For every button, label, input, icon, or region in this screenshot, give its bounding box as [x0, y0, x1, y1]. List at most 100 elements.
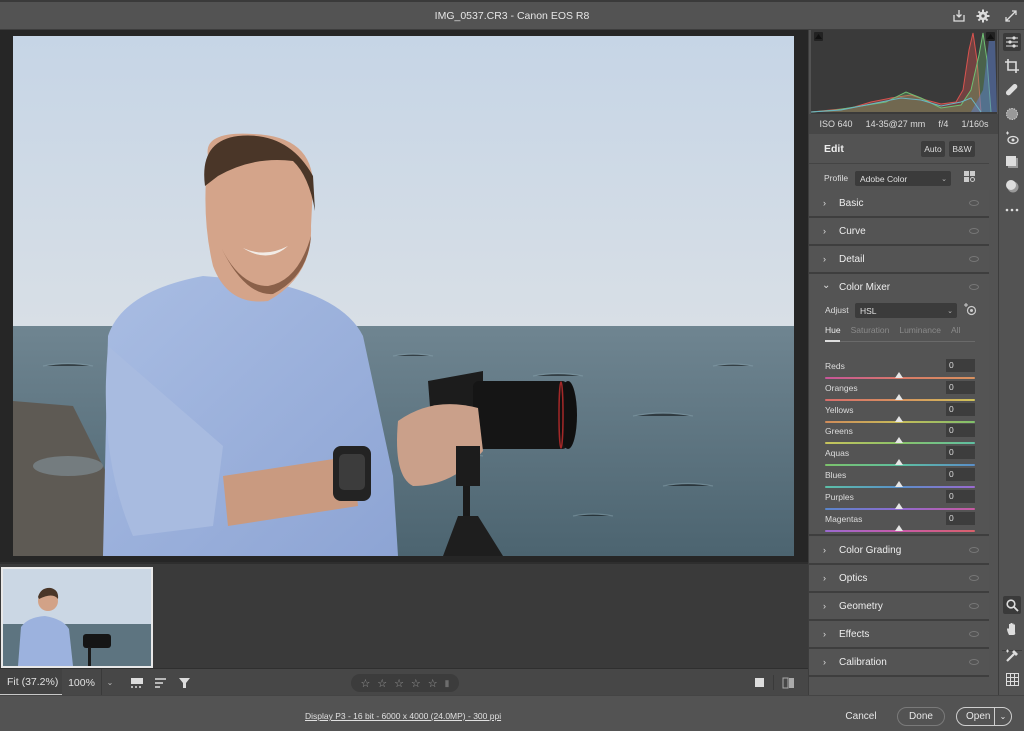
targeted-adjustment-icon[interactable]	[963, 302, 977, 319]
slider-blues[interactable]: Blues 0	[825, 468, 975, 492]
shadow-clipping-icon[interactable]	[814, 32, 823, 41]
mixer-tabs: Hue Saturation Luminance All	[825, 325, 960, 335]
slider-value-input[interactable]: 0	[946, 424, 975, 438]
color-mixer-header[interactable]: ⌄ Color Mixer	[809, 274, 989, 300]
fit-zoom-button[interactable]: Fit (37.2%)	[0, 669, 62, 696]
color-sampler-icon[interactable]	[1003, 647, 1021, 665]
tab-hue[interactable]: Hue	[825, 325, 841, 335]
delete-trash-icon[interactable]: ▮	[445, 678, 450, 689]
more-icon[interactable]	[1003, 201, 1021, 219]
fullscreen-icon[interactable]	[1003, 8, 1019, 24]
slider-thumb[interactable]	[895, 393, 903, 400]
slider-magentas[interactable]: Magentas 0	[825, 511, 975, 536]
slider-thumb[interactable]	[895, 415, 903, 422]
slider-value-input[interactable]: 0	[946, 511, 975, 525]
visibility-eye-icon[interactable]	[969, 228, 979, 234]
star-rating[interactable]: ☆ ☆ ☆ ☆ ☆ ▮	[351, 674, 459, 692]
tab-saturation[interactable]: Saturation	[851, 325, 890, 335]
snapshots-icon[interactable]	[1003, 177, 1021, 195]
visibility-eye-icon[interactable]	[969, 603, 979, 609]
slider-aquas[interactable]: Aquas 0	[825, 446, 975, 470]
grid-icon[interactable]	[1003, 670, 1021, 688]
rating-star[interactable]: ☆	[360, 677, 370, 690]
slider-reds[interactable]: Reds 0	[825, 359, 975, 383]
slider-value-input[interactable]: 0	[946, 468, 975, 481]
slider-purples[interactable]: Purples 0	[825, 489, 975, 514]
visibility-eye-icon[interactable]	[969, 631, 979, 637]
exif-lens: 14-35@27 mm	[865, 119, 926, 129]
cancel-button[interactable]: Cancel	[838, 707, 884, 726]
photo-preview[interactable]	[13, 36, 794, 556]
hand-icon[interactable]	[1003, 620, 1021, 638]
before-after-toggle-icon[interactable]	[752, 669, 768, 696]
tool-strip	[998, 30, 1024, 695]
masking-icon[interactable]	[1003, 105, 1021, 123]
settings-gear-icon[interactable]	[975, 8, 991, 24]
edit-sliders-icon[interactable]	[1003, 33, 1021, 51]
visibility-eye-icon[interactable]	[969, 200, 979, 206]
slider-value-input[interactable]: 0	[946, 489, 975, 503]
slider-oranges[interactable]: Oranges 0	[825, 380, 975, 405]
rating-star[interactable]: ☆	[428, 677, 438, 690]
profile-value: Adobe Color	[860, 173, 908, 184]
slider-greens[interactable]: Greens 0	[825, 424, 975, 448]
save-icon[interactable]	[951, 8, 967, 24]
image-canvas[interactable]	[0, 30, 808, 562]
visibility-eye-icon[interactable]	[969, 284, 979, 290]
section-optics[interactable]: › Optics	[809, 565, 989, 593]
section-calibration[interactable]: › Calibration	[809, 649, 989, 677]
section-color-grading[interactable]: › Color Grading	[809, 537, 989, 565]
slider-thumb[interactable]	[895, 437, 903, 444]
profile-select[interactable]: Adobe Color ⌄	[855, 171, 951, 186]
section-effects[interactable]: › Effects	[809, 621, 989, 649]
zoom-magnifier-icon[interactable]	[1003, 596, 1021, 614]
section-label: Effects	[839, 629, 870, 640]
adjust-select[interactable]: HSL ⌄	[855, 303, 957, 318]
filmstrip-view-icon[interactable]	[128, 669, 146, 696]
slider-thumb[interactable]	[895, 459, 903, 466]
red-eye-icon[interactable]	[1003, 129, 1021, 147]
sort-icon[interactable]	[152, 669, 170, 696]
slider-thumb[interactable]	[895, 502, 903, 509]
visibility-eye-icon[interactable]	[969, 547, 979, 553]
open-options-chevron-icon[interactable]: ⌄	[994, 708, 1011, 725]
visibility-eye-icon[interactable]	[969, 256, 979, 262]
filter-icon[interactable]	[175, 669, 193, 696]
done-button[interactable]: Done	[897, 707, 945, 726]
slider-thumb[interactable]	[895, 481, 903, 487]
slider-thumb[interactable]	[895, 372, 903, 378]
visibility-eye-icon[interactable]	[969, 659, 979, 665]
slider-yellows[interactable]: Yellows 0	[825, 402, 975, 427]
slider-value-input[interactable]: 0	[946, 402, 975, 416]
section-geometry[interactable]: › Geometry	[809, 593, 989, 621]
slider-thumb[interactable]	[895, 524, 903, 531]
crop-icon[interactable]	[1003, 57, 1021, 75]
visibility-eye-icon[interactable]	[969, 575, 979, 581]
slider-value-input[interactable]: 0	[946, 446, 975, 460]
slider-value-input[interactable]: 0	[946, 359, 975, 372]
zoom-100-button[interactable]: 100%	[62, 669, 102, 696]
slider-label: Oranges	[825, 382, 858, 393]
highlight-clipping-icon[interactable]	[986, 32, 995, 41]
rating-star[interactable]: ☆	[411, 677, 421, 690]
healing-bandage-icon[interactable]	[1003, 81, 1021, 99]
tab-luminance[interactable]: Luminance	[899, 325, 941, 335]
rating-star[interactable]: ☆	[377, 677, 387, 690]
section-detail[interactable]: › Detail	[809, 246, 989, 274]
tab-all[interactable]: All	[951, 325, 960, 335]
profile-browser-grid-icon[interactable]	[964, 171, 976, 186]
filmstrip-thumbnail[interactable]	[1, 567, 153, 668]
compare-view-icon[interactable]	[779, 669, 797, 696]
presets-icon[interactable]	[1003, 153, 1021, 171]
slider-value-input[interactable]: 0	[946, 380, 975, 394]
open-button[interactable]: Open ⌄	[956, 707, 1012, 726]
workflow-options-link[interactable]: Display P3 - 16 bit - 6000 x 4000 (24.0M…	[305, 711, 501, 721]
rating-star[interactable]: ☆	[394, 677, 404, 690]
zoom-dropdown-chevron-icon[interactable]: ⌄	[102, 669, 118, 696]
edit-header: Edit Auto B&W	[809, 134, 989, 164]
section-curve[interactable]: › Curve	[809, 218, 989, 246]
footer-bar: Display P3 - 16 bit - 6000 x 4000 (24.0M…	[0, 695, 1024, 731]
section-basic[interactable]: › Basic	[809, 190, 989, 218]
auto-button[interactable]: Auto	[921, 141, 945, 157]
bw-button[interactable]: B&W	[949, 141, 975, 157]
